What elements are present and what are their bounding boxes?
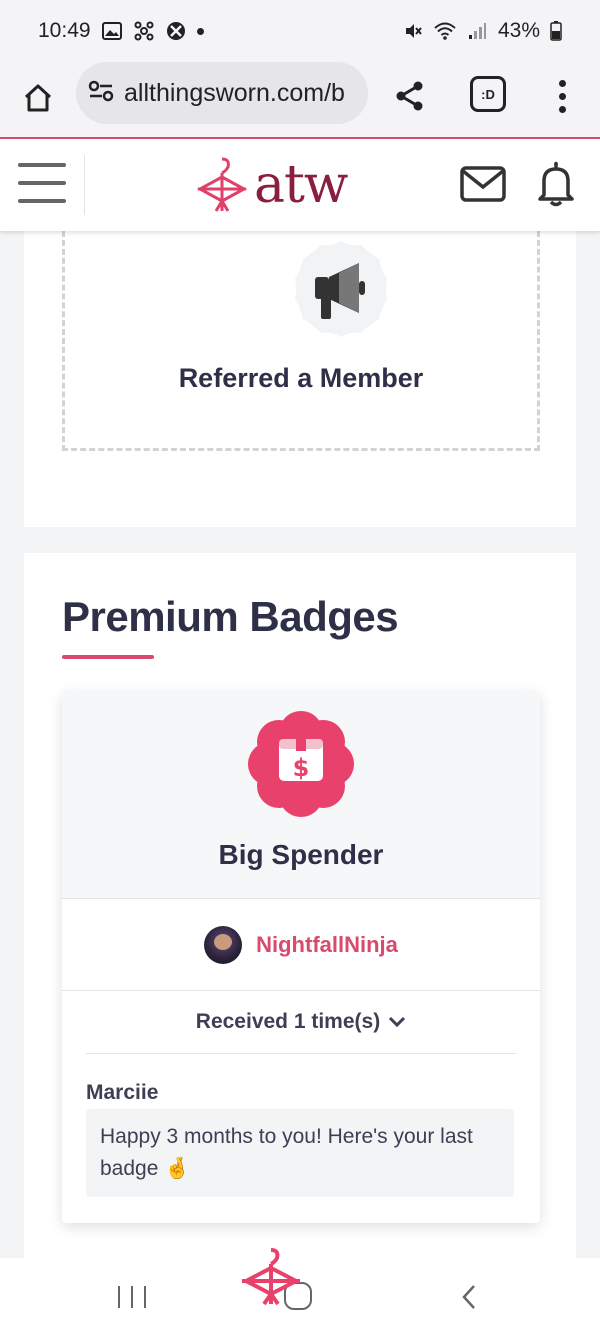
address-bar[interactable]: allthingsworn.com/b (76, 62, 368, 124)
battery-percent: 43% (497, 19, 540, 42)
badge-name: Big Spender (218, 839, 384, 870)
bell-icon (538, 161, 574, 207)
premium-badge-card: $ Big Spender NightfallNinja Received 1 … (62, 691, 540, 1223)
gift-box-dollar-icon: $ (248, 711, 354, 817)
floating-logo-button[interactable] (240, 1246, 302, 1308)
badge-title: Referred a Member (178, 363, 424, 393)
tabs-label: :D (481, 86, 495, 102)
premium-badges-section: Premium Badges $ Big Spender NightfallNi… (24, 553, 576, 1258)
browser-home-button[interactable] (18, 78, 58, 118)
notification-dot (196, 27, 204, 35)
share-icon (396, 81, 423, 111)
received-divider (86, 1053, 516, 1054)
avatar[interactable] (204, 925, 243, 964)
mail-icon (460, 166, 506, 202)
browser-menu-button[interactable] (548, 76, 576, 116)
hamburger-menu-button[interactable] (18, 163, 66, 203)
received-label: Received 1 time(s) (195, 1010, 381, 1033)
site-settings-icon[interactable] (88, 80, 114, 107)
hanger-bow-icon (196, 157, 248, 212)
image-icon (101, 20, 123, 42)
home-icon (24, 84, 52, 112)
badge-header: $ Big Spender (62, 691, 540, 899)
received-toggle[interactable]: Received 1 time(s) (62, 991, 540, 1053)
header-divider (84, 155, 85, 215)
network-icon (133, 20, 155, 42)
wifi-icon (434, 20, 456, 42)
megaphone-icon (295, 241, 387, 337)
messages-button[interactable] (460, 166, 506, 202)
badge-card: Referred a Member (24, 231, 576, 527)
section-title: Premium Badges (62, 593, 399, 640)
signal-icon (466, 20, 488, 42)
gift-message: Happy 3 months to you! Here's your last … (86, 1109, 514, 1197)
username-link[interactable]: NightfallNinja (256, 932, 398, 958)
site-header: atw (0, 139, 600, 231)
status-time: 10:49 (38, 19, 91, 42)
browser-toolbar: allthingsworn.com/b :D (0, 62, 600, 138)
svg-text:$: $ (293, 754, 310, 782)
battery-icon (550, 20, 562, 42)
recent-apps-button[interactable] (118, 1286, 146, 1308)
chevron-down-icon (389, 1016, 406, 1028)
share-button[interactable] (390, 76, 430, 116)
back-chevron-icon (462, 1285, 475, 1309)
logo-text: atw (254, 155, 348, 215)
badge-owner-row[interactable]: NightfallNinja (62, 899, 540, 991)
tabs-button[interactable]: :D (470, 76, 506, 112)
badge-slot: Referred a Member (62, 231, 540, 451)
notifications-button[interactable] (536, 161, 576, 207)
xbox-icon (165, 20, 187, 42)
status-bar: 10:49 43% (0, 0, 600, 62)
title-underline (62, 655, 154, 659)
hanger-bow-icon (241, 1248, 301, 1306)
site-logo[interactable]: atw (194, 153, 348, 217)
giver-name[interactable]: Marciie (86, 1081, 158, 1105)
system-back-button[interactable] (460, 1284, 480, 1310)
mute-icon (402, 20, 424, 42)
url-text: allthingsworn.com/b (124, 78, 345, 107)
badge-icon-container (289, 237, 393, 341)
